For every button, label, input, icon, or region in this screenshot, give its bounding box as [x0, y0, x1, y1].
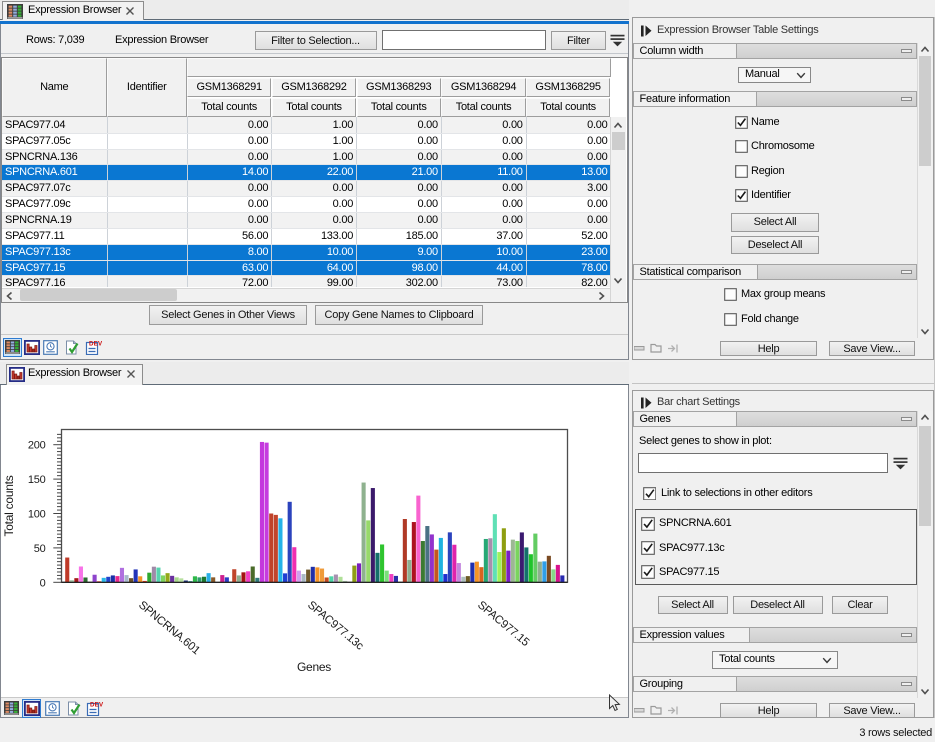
- svg-text:100: 100: [28, 509, 46, 521]
- svg-text:Genes: Genes: [297, 660, 331, 674]
- svg-text:Total counts: Total counts: [2, 475, 16, 536]
- svg-text:150: 150: [28, 474, 46, 486]
- svg-text:0: 0: [40, 577, 46, 589]
- svg-text:DEV: DEV: [90, 701, 103, 708]
- svg-text:SPAC977.13c: SPAC977.13c: [305, 599, 366, 653]
- svg-text:SPAC977.15: SPAC977.15: [475, 599, 531, 649]
- svg-text:DEV: DEV: [89, 340, 102, 347]
- svg-text:SPNCRNA.601: SPNCRNA.601: [136, 599, 202, 657]
- svg-text:50: 50: [34, 543, 46, 555]
- svg-text:200: 200: [28, 440, 46, 452]
